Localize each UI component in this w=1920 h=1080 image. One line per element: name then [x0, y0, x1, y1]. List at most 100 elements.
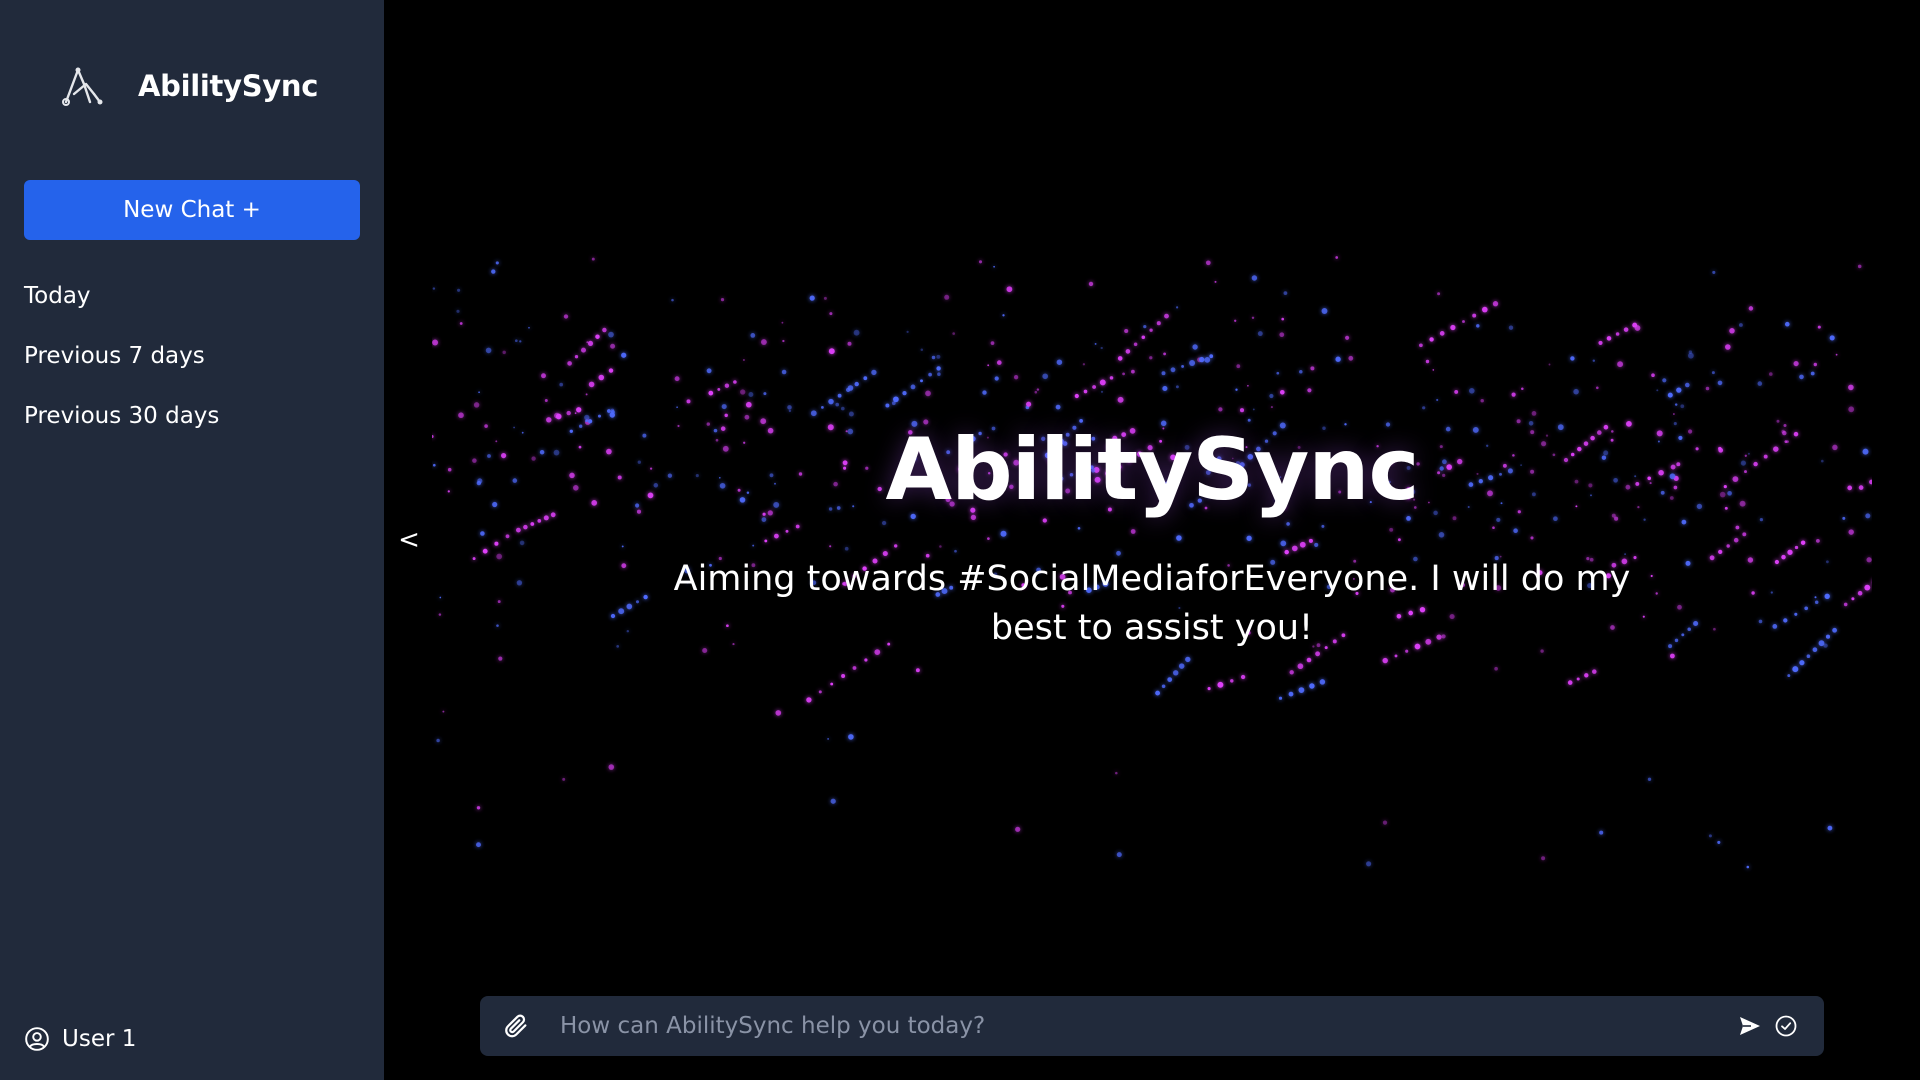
particle: [459, 322, 463, 325]
particle: [782, 339, 785, 343]
particle: [1492, 526, 1495, 529]
paperclip-icon[interactable]: [502, 1012, 530, 1040]
particle: [821, 406, 824, 409]
particle: [830, 798, 836, 804]
particle: [1774, 559, 1779, 565]
particle: [795, 524, 800, 529]
particle: [1494, 666, 1498, 671]
particle: [587, 340, 594, 346]
particle: [848, 411, 854, 417]
particle: [742, 358, 745, 362]
abilitysync-logo-icon: [62, 67, 103, 106]
history-item-today[interactable]: Today: [24, 276, 219, 336]
particle: [781, 369, 787, 375]
brand[interactable]: AbilitySync: [60, 60, 318, 112]
user-profile[interactable]: User 1: [24, 1024, 136, 1054]
particle: [643, 594, 648, 600]
particle: [1100, 390, 1104, 393]
particle: [1712, 270, 1716, 274]
particle: [1783, 618, 1788, 623]
particle: [1617, 361, 1624, 368]
particle: [1319, 679, 1326, 685]
particle: [1725, 344, 1731, 350]
particle: [1769, 372, 1773, 376]
particle: [1002, 314, 1005, 317]
particle: [915, 668, 920, 673]
particle: [1531, 411, 1537, 416]
particle: [1642, 615, 1645, 618]
particle: [910, 384, 916, 390]
chat-input[interactable]: [560, 1006, 1660, 1046]
particle: [1130, 529, 1136, 534]
particle: [1425, 359, 1430, 364]
main-area: < AbilitySync Aiming towards #SocialMedi…: [384, 0, 1920, 1080]
particle: [1382, 820, 1388, 825]
hero-title: AbilitySync: [885, 420, 1420, 520]
particle: [1214, 280, 1217, 283]
particle: [853, 329, 860, 336]
particle: [1015, 826, 1021, 832]
particle: [1162, 385, 1168, 392]
user-circle-icon: [25, 1027, 49, 1051]
send-icon[interactable]: [1738, 1014, 1762, 1038]
particle: [1709, 555, 1715, 561]
particle: [1829, 335, 1835, 341]
particle: [1596, 386, 1599, 390]
particle: [566, 410, 571, 416]
particle: [987, 537, 990, 540]
particle: [1284, 549, 1289, 555]
particle: [987, 364, 990, 367]
particle: [598, 374, 605, 381]
particle: [1192, 344, 1198, 350]
particle: [1036, 388, 1040, 391]
particle: [1472, 313, 1477, 318]
particle: [1394, 654, 1398, 658]
particle: [852, 666, 857, 670]
particle: [1133, 342, 1138, 347]
particle: [1454, 389, 1459, 394]
particle: [1088, 281, 1094, 287]
particle: [1758, 619, 1763, 624]
particle: [1100, 346, 1103, 350]
particle: [1651, 373, 1655, 378]
particle: [607, 409, 611, 413]
particle: [1751, 591, 1755, 595]
particle: [1131, 369, 1135, 374]
history-item-previous-7-days[interactable]: Previous 7 days: [24, 336, 219, 396]
particle: [1307, 388, 1312, 393]
particle: [1668, 644, 1673, 649]
particle: [1422, 406, 1426, 410]
particle: [523, 524, 528, 530]
particle: [775, 710, 782, 716]
particle: [733, 380, 737, 384]
particle: [1298, 687, 1305, 693]
particle: [1530, 536, 1534, 540]
history-item-previous-30-days[interactable]: Previous 30 days: [24, 396, 219, 456]
particle: [602, 327, 607, 333]
particle: [1122, 372, 1125, 376]
particle: [1615, 332, 1620, 336]
particle: [1013, 375, 1019, 380]
particle: [457, 288, 461, 292]
particle: [495, 261, 499, 265]
particle: [1468, 387, 1475, 394]
particle: [1109, 376, 1114, 380]
particle: [864, 658, 868, 662]
particle: [1389, 527, 1394, 532]
collapse-sidebar-button[interactable]: <: [394, 522, 424, 558]
check-circle-icon[interactable]: [1774, 1014, 1798, 1038]
particle: [724, 383, 730, 388]
new-chat-button[interactable]: New Chat +: [24, 180, 360, 240]
particle: [438, 613, 442, 616]
particle: [1429, 337, 1434, 342]
brand-name: AbilitySync: [138, 69, 319, 103]
particle: [1288, 691, 1294, 697]
particle: [502, 350, 506, 355]
particle: [1176, 306, 1179, 309]
particle: [1189, 360, 1196, 366]
particle: [1864, 584, 1871, 591]
particle: [1077, 526, 1081, 530]
particle: [478, 391, 480, 394]
particle: [1573, 388, 1579, 395]
particle: [1857, 264, 1862, 269]
